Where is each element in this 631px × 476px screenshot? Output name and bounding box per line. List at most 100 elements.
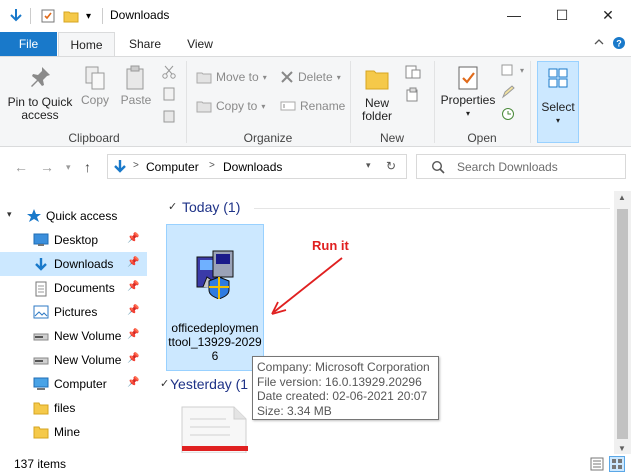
move-to-icon	[196, 72, 212, 84]
tab-view[interactable]: View	[175, 32, 225, 56]
history-icon[interactable]	[500, 107, 516, 121]
move-to-label: Move to	[216, 70, 259, 84]
drive-icon	[33, 353, 49, 367]
paste-button[interactable]: Paste	[118, 65, 154, 107]
new-folder-quick-icon[interactable]	[63, 6, 79, 26]
desktop-icon	[33, 233, 49, 247]
select-button[interactable]: Select ▾	[537, 61, 579, 143]
group-header-yesterday[interactable]: Yesterday (1	[170, 376, 248, 392]
sidebar-item-mine[interactable]: Mine	[0, 420, 147, 444]
documents-icon	[33, 281, 49, 297]
ribbon-tabs: File Home Share View ?	[0, 32, 631, 56]
tab-home[interactable]: Home	[58, 32, 115, 56]
sidebar-item-documents[interactable]: Documents 📌	[0, 276, 147, 300]
sidebar-item-new-volume-2[interactable]: New Volume 📌	[0, 348, 147, 372]
scrollbar-thumb[interactable]	[617, 209, 628, 439]
select-dropdown-icon: ▾	[555, 116, 560, 125]
move-to-button[interactable]: Move to ▾	[196, 70, 267, 84]
up-arrow-icon[interactable]: ↑	[84, 159, 91, 175]
sidebar-item-downloads[interactable]: Downloads 📌	[0, 252, 147, 276]
pin-icon[interactable]: 📌	[127, 377, 139, 388]
expand-chevron-icon[interactable]: ▾	[7, 209, 12, 220]
scroll-up-icon[interactable]: ▲	[618, 193, 626, 202]
pin-icon[interactable]: 📌	[127, 281, 139, 292]
pin-icon[interactable]: 📌	[127, 329, 139, 340]
tab-share[interactable]: Share	[117, 32, 173, 56]
maximize-button[interactable]: ☐	[539, 0, 585, 30]
properties-button[interactable]: Properties ▾	[440, 65, 496, 120]
properties-label: Properties	[440, 93, 496, 107]
breadcrumb-downloads[interactable]: Downloads	[223, 160, 282, 174]
copy-to-label: Copy to	[216, 99, 258, 113]
open-group-label: Open	[467, 131, 497, 145]
paste-label: Paste	[120, 93, 152, 107]
pin-icon[interactable]: 📌	[127, 353, 139, 364]
close-button[interactable]: ✕	[585, 0, 631, 30]
file-name-line-2: ttool_13929-2029	[168, 335, 262, 349]
search-icon	[431, 160, 445, 177]
copy-to-button[interactable]: Copy to ▾	[196, 99, 265, 113]
cut-icon[interactable]	[162, 65, 176, 79]
sidebar-item-new-volume[interactable]: New Volume 📌	[0, 324, 147, 348]
recent-locations-icon[interactable]: ▾	[66, 162, 71, 173]
help-icon[interactable]: ?	[612, 36, 626, 53]
delete-button[interactable]: Delete ▾	[280, 70, 341, 84]
details-view-icon[interactable]	[590, 457, 604, 474]
collapse-group-icon[interactable]: ✓	[168, 200, 177, 213]
sidebar-item-desktop[interactable]: Desktop 📌	[0, 228, 147, 252]
forward-arrow-icon[interactable]: →	[40, 159, 54, 175]
rename-button[interactable]: Rename	[280, 99, 345, 113]
collapse-ribbon-icon[interactable]	[594, 36, 604, 50]
customize-qa-icon[interactable]: ▾	[86, 6, 91, 26]
search-placeholder: Search Downloads	[457, 160, 558, 174]
file-name-line-3: 6	[211, 349, 219, 363]
pin-icon[interactable]: 📌	[127, 305, 139, 316]
document-file-icon[interactable]	[180, 405, 250, 456]
easy-access-icon[interactable]	[404, 87, 422, 103]
pin-label: Pin to Quick access	[7, 95, 73, 122]
sidebar-item-computer[interactable]: Computer 📌	[0, 372, 147, 396]
folder-icon	[33, 401, 49, 415]
copy-path-icon[interactable]	[162, 87, 176, 101]
address-bar[interactable]: > Computer > Downloads ▾ ↻	[107, 154, 407, 179]
tab-file[interactable]: File	[0, 32, 57, 56]
breadcrumb-computer[interactable]: Computer	[146, 160, 199, 174]
annotation-arrow	[271, 257, 343, 315]
tooltip-date: Date created: 02-06-2021 20:07	[257, 389, 428, 403]
pin-to-quick-access-button[interactable]: Pin to Quick access	[4, 65, 76, 122]
minimize-button[interactable]: —	[491, 0, 537, 30]
refresh-icon[interactable]: ↻	[386, 159, 396, 173]
open-dropdown-icon[interactable]: ▾	[500, 63, 524, 77]
pin-icon[interactable]: 📌	[127, 233, 139, 244]
group-header-today[interactable]: Today (1)	[182, 199, 240, 215]
star-icon	[26, 208, 42, 227]
pin-icon[interactable]: 📌	[127, 257, 139, 268]
sidebar-item-files[interactable]: files	[0, 396, 147, 420]
scroll-down-icon[interactable]: ▼	[618, 444, 626, 453]
paste-shortcut-icon[interactable]	[162, 109, 176, 123]
installer-icon	[193, 247, 241, 302]
search-box[interactable]: Search Downloads	[416, 154, 626, 179]
new-folder-button[interactable]: New folder	[356, 65, 398, 123]
sidebar-item-label: files	[54, 401, 76, 415]
back-arrow-icon[interactable]: ←	[14, 159, 28, 175]
file-item-officedeploymenttool[interactable]: officedeploymen ttool_13929-2029 6	[166, 224, 264, 371]
computer-icon	[33, 377, 49, 391]
edit-icon[interactable]	[500, 85, 516, 99]
folder-icon	[33, 425, 49, 439]
file-name: officedeploymen ttool_13929-2029 6	[167, 321, 263, 363]
explorer-icon[interactable]	[8, 6, 24, 26]
properties-quick-icon[interactable]	[40, 6, 56, 26]
copy-label: Copy	[80, 93, 109, 107]
new-item-icon[interactable]	[404, 64, 422, 80]
collapse-group-icon[interactable]: ✓	[160, 377, 169, 390]
select-icon	[548, 68, 568, 88]
sidebar-item-label: Documents	[54, 281, 115, 295]
address-dropdown-icon[interactable]: ▾	[366, 160, 371, 171]
quick-access-item[interactable]: ▾ Quick access	[0, 204, 147, 228]
tooltip-version: File version: 16.0.13929.20296	[257, 374, 422, 389]
sidebar-item-pictures[interactable]: Pictures 📌	[0, 300, 147, 324]
large-icons-view-icon[interactable]	[609, 456, 625, 475]
copy-button[interactable]: Copy	[78, 65, 112, 107]
breadcrumb-separator: >	[133, 160, 139, 171]
